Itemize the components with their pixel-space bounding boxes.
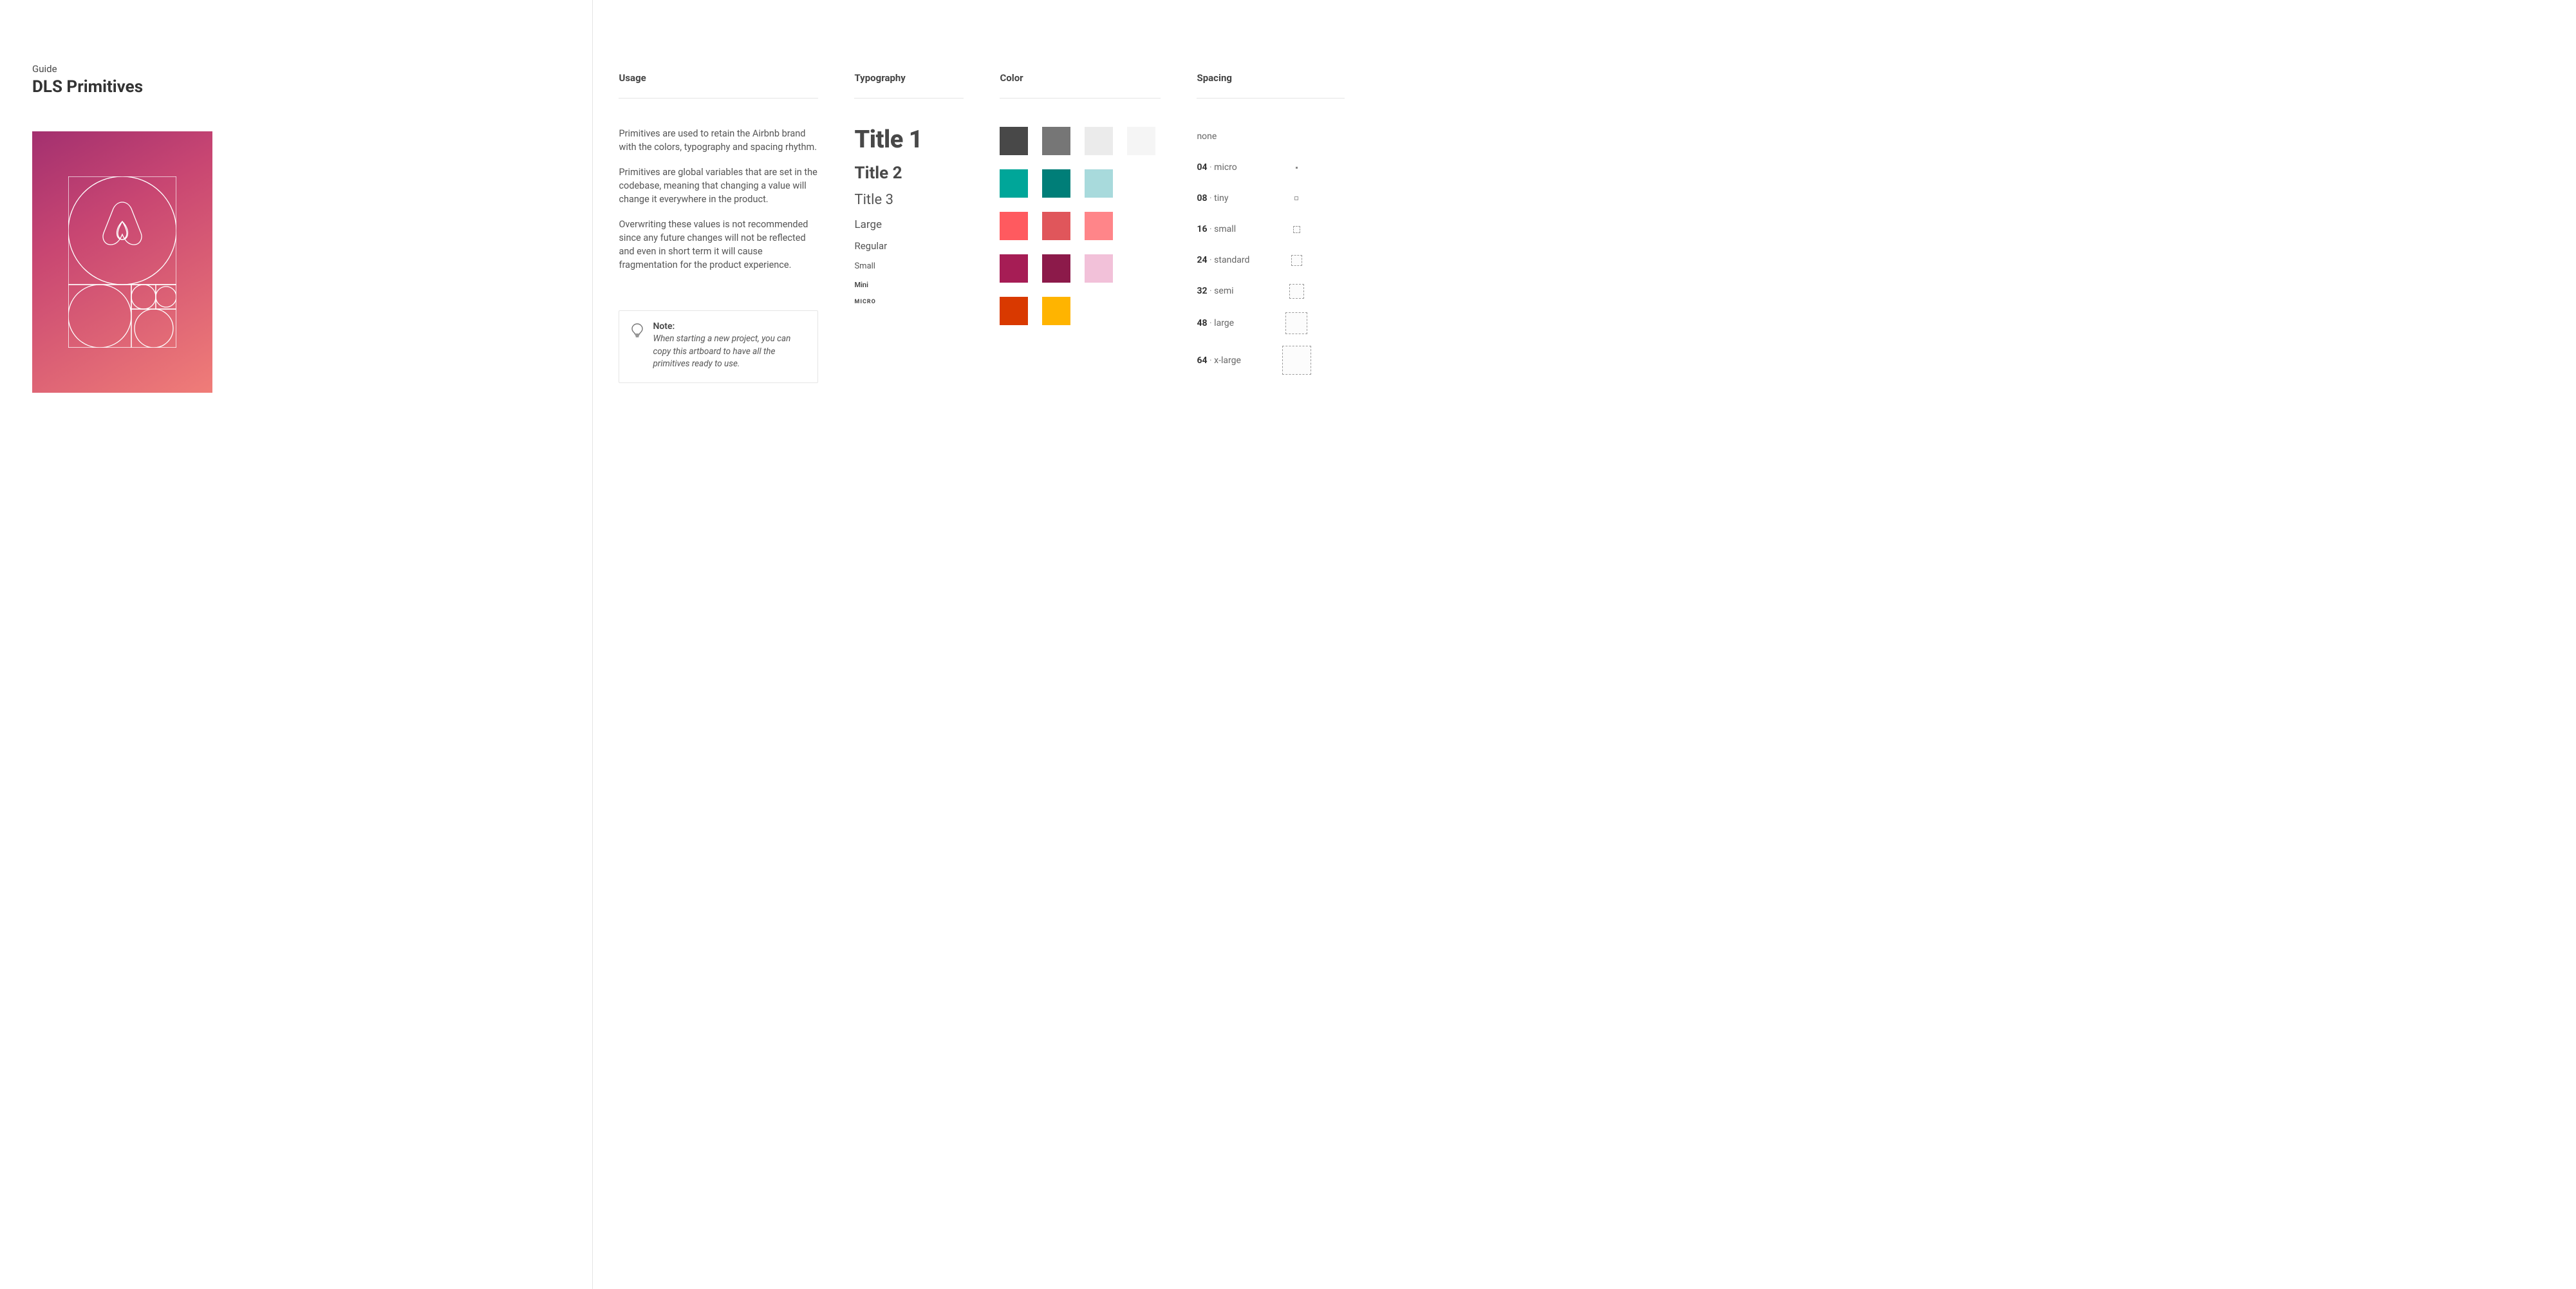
guide-column: Guide DLS Primitives [0,0,592,1289]
spacing-row: 16 · small [1197,220,1345,239]
color-swatch [1085,254,1113,283]
spacing-box [1285,312,1307,334]
note-body: When starting a new project, you can cop… [653,333,806,371]
color-grid [1000,127,1161,325]
color-row [1000,254,1161,283]
type-sample-title3: Title 3 [854,193,964,208]
color-swatch [1000,127,1028,155]
color-swatch [1085,212,1113,240]
color-swatch [1085,127,1113,155]
spacing-row: none [1197,127,1345,146]
usage-body: Primitives are used to retain the Airbnb… [619,127,818,283]
guide-title: DLS Primitives [32,77,566,97]
section-title-color: Color [1000,72,1161,99]
eyebrow: Guide [32,63,566,75]
spacing-box-wrap [1274,196,1319,200]
note-text: Note: When starting a new project, you c… [653,321,806,371]
spacing-label: 64 · x-large [1197,355,1274,366]
spacing-box [1293,226,1300,233]
color-swatch [1042,254,1070,283]
spacing-label: 16 · small [1197,224,1274,234]
lightbulb-icon [631,323,644,371]
color-row [1000,297,1161,325]
usage-column: Usage Primitives are used to retain the … [619,72,818,1263]
color-row [1000,212,1161,240]
spacing-label: 08 · tiny [1197,193,1274,203]
spacing-box-wrap [1274,226,1319,233]
spacing-row: 48 · large [1197,312,1345,334]
type-sample-title2: Title 2 [854,164,964,183]
typography-column: Typography Title 1 Title 2 Title 3 Large… [854,72,964,1263]
type-sample-mini: Mini [854,281,964,289]
spacing-box [1296,167,1298,169]
spacing-box-wrap [1274,255,1319,266]
color-swatch [1042,297,1070,325]
type-sample-small: Small [854,262,964,271]
spacing-list: none 04 · micro 08 · tiny 16 · small 24 · st… [1197,127,1345,375]
spacing-label: 24 · standard [1197,255,1274,265]
color-swatch [1085,169,1113,198]
spacing-label: 48 · large [1197,318,1274,328]
spacing-box-wrap [1274,346,1319,375]
spacing-box-wrap [1274,167,1319,169]
type-sample-title1: Title 1 [854,127,964,154]
usage-paragraph: Primitives are used to retain the Airbnb… [619,127,818,154]
color-swatch [1042,169,1070,198]
spacing-label: 32 · semi [1197,286,1274,296]
color-swatch [1000,212,1028,240]
golden-ratio-logo-icon [68,176,176,348]
spacing-box-wrap [1274,312,1319,334]
color-swatch [1042,212,1070,240]
spacing-row: 08 · tiny [1197,189,1345,208]
type-sample-regular: Regular [854,241,964,252]
spacing-label: none [1197,131,1274,142]
spacing-row: 32 · semi [1197,281,1345,301]
spacing-box [1291,255,1302,266]
note-box: Note: When starting a new project, you c… [619,310,818,383]
page: Guide DLS Primitives [0,0,2576,1289]
spacing-box [1282,346,1311,375]
spacing-column: Spacing none 04 · micro 08 · tiny 16 · smal… [1197,72,1345,1263]
spacing-row: 24 · standard [1197,250,1345,270]
spacing-box [1294,196,1298,200]
spacing-row: 64 · x-large [1197,346,1345,375]
spacing-row: 04 · micro [1197,158,1345,177]
spacing-box [1289,284,1304,299]
section-title-spacing: Spacing [1197,72,1345,99]
section-title-typography: Typography [854,72,964,99]
typography-list: Title 1 Title 2 Title 3 Large Regular Sm… [854,127,964,306]
color-row [1000,169,1161,198]
hero-image [32,131,212,393]
spacing-box-wrap [1274,284,1319,299]
color-swatch [1000,254,1028,283]
section-title-usage: Usage [619,72,818,99]
usage-paragraph: Primitives are global variables that are… [619,165,818,206]
color-column: Color [1000,72,1161,1263]
content-columns: Usage Primitives are used to retain the … [593,0,2576,1289]
spacing-label: 04 · micro [1197,162,1274,173]
usage-paragraph: Overwriting these values is not recommen… [619,218,818,272]
color-swatch [1000,169,1028,198]
note-label: Note: [653,321,806,332]
color-swatch [1000,297,1028,325]
color-swatch [1042,127,1070,155]
type-sample-micro: MICRO [854,299,964,306]
type-sample-large: Large [854,219,964,231]
color-swatch [1127,127,1155,155]
color-row [1000,127,1161,155]
